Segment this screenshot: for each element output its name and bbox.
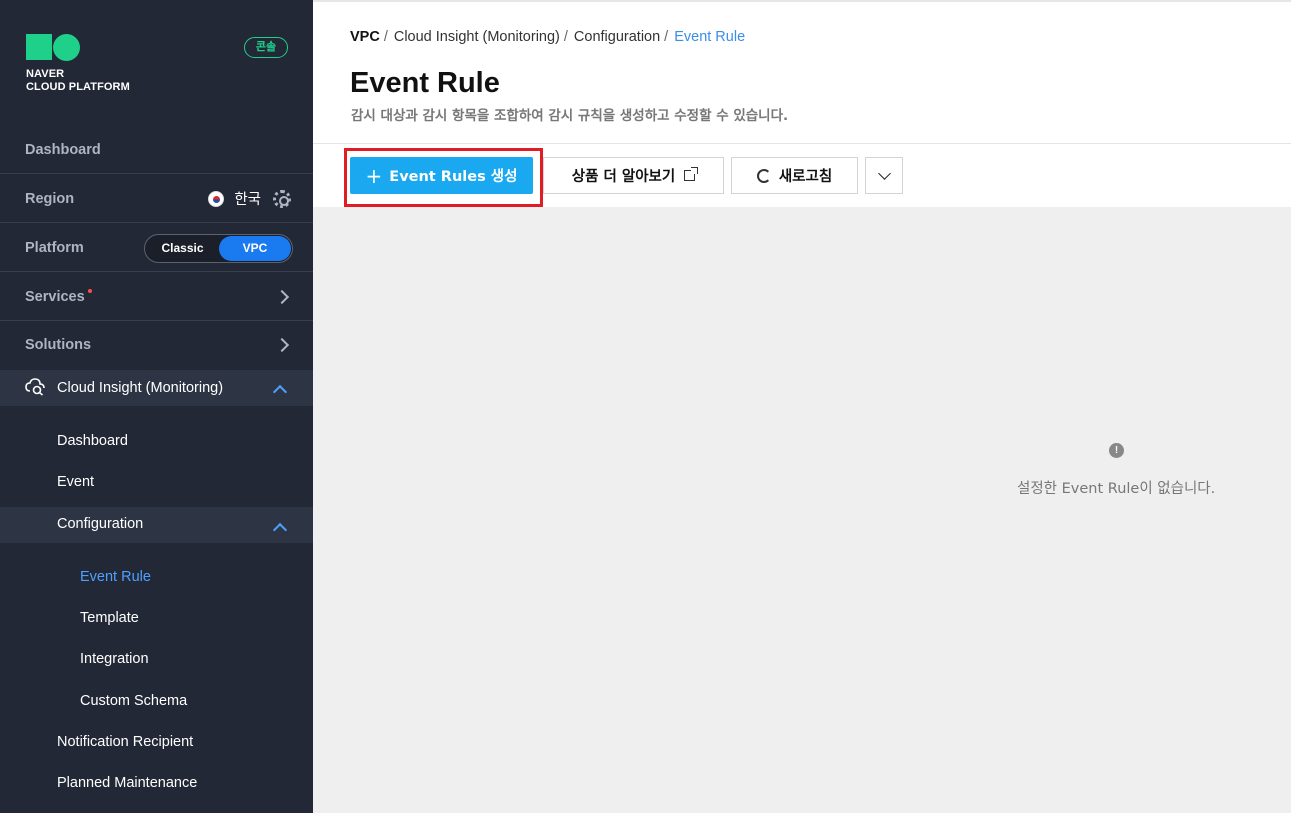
- sidebar-subitem-custom-schema[interactable]: Custom Schema: [80, 693, 187, 709]
- sidebar-item-solutions[interactable]: Solutions: [0, 321, 313, 369]
- configuration-label: Configuration: [57, 516, 144, 532]
- breadcrumb-item-vpc[interactable]: VPC: [350, 29, 380, 45]
- sidebar-item-cloud-insight[interactable]: Cloud Insight (Monitoring): [0, 370, 313, 406]
- region-value: 한국: [234, 192, 261, 208]
- refresh-button[interactable]: 새로고침: [731, 157, 858, 194]
- sidebar-item-label: Services: [25, 288, 85, 305]
- empty-state-message: 설정한 Event Rule이 없습니다.: [1017, 481, 1216, 497]
- logo-line2: CLOUD PLATFORM: [26, 81, 130, 93]
- chevron-down-icon: [877, 166, 891, 180]
- platform-option-vpc[interactable]: VPC: [219, 236, 291, 261]
- korea-flag-icon: [208, 190, 225, 207]
- sidebar-subitem-event-rule[interactable]: Event Rule: [80, 569, 151, 585]
- info-icon: !: [1109, 443, 1124, 458]
- sidebar-item-region[interactable]: Region 한국: [0, 175, 313, 223]
- gear-icon[interactable]: [273, 189, 291, 208]
- chevron-up-icon: [272, 522, 288, 538]
- sidebar-subitem-planned-maintenance[interactable]: Planned Maintenance: [57, 775, 197, 791]
- naver-cloud-logo[interactable]: NAVER CLOUD PLATFORM: [26, 33, 130, 94]
- logo-line1: NAVER: [26, 68, 65, 80]
- platform-label: Platform: [25, 239, 84, 256]
- sidebar-subitem-notification-recipient[interactable]: Notification Recipient: [57, 734, 193, 750]
- breadcrumb-item-configuration[interactable]: Configuration: [574, 29, 660, 45]
- sidebar-item-label: Solutions: [25, 337, 92, 353]
- learn-more-label: 상품 더 알아보기: [571, 169, 676, 185]
- sidebar-item-label: Dashboard: [25, 141, 101, 158]
- logo-mark-icon: [26, 33, 130, 61]
- sidebar-subitem-configuration[interactable]: Configuration: [0, 507, 313, 543]
- cloud-monitoring-icon: [25, 378, 45, 396]
- breadcrumb: VPC / Cloud Insight (Monitoring) / Configu…: [350, 29, 746, 45]
- refresh-icon: [756, 168, 771, 183]
- chevron-right-icon: [274, 337, 290, 353]
- sidebar-subitem-event[interactable]: Event: [57, 474, 94, 490]
- platform-toggle[interactable]: Classic VPC: [144, 234, 293, 263]
- page-title: Event Rule: [350, 67, 500, 99]
- platform-option-classic[interactable]: Classic: [145, 235, 220, 262]
- top-border: [313, 0, 1291, 2]
- header-divider: [313, 143, 1291, 144]
- breadcrumb-item-cloud-insight[interactable]: Cloud Insight (Monitoring): [394, 29, 560, 45]
- region-label: Region: [25, 190, 75, 207]
- page-description: 감시 대상과 감시 항목을 조합하여 감시 규칙을 생성하고 수정할 수 있습니…: [351, 108, 789, 124]
- notification-dot-icon: [87, 288, 92, 293]
- learn-more-button[interactable]: 상품 더 알아보기: [543, 157, 724, 194]
- sidebar-subitem-dashboard[interactable]: Dashboard: [57, 433, 128, 449]
- chevron-up-icon: [272, 384, 288, 400]
- sidebar-item-services[interactable]: Services: [0, 273, 313, 321]
- sidebar-item-dashboard[interactable]: Dashboard: [0, 126, 313, 174]
- console-badge[interactable]: 콘솔: [244, 37, 288, 58]
- more-dropdown-button[interactable]: [865, 157, 903, 194]
- external-link-icon: [684, 167, 699, 181]
- chevron-right-icon: [274, 289, 290, 304]
- sidebar-subitem-template[interactable]: Template: [80, 610, 139, 626]
- sidebar-subitem-integration[interactable]: Integration: [80, 651, 149, 667]
- refresh-label: 새로고침: [778, 169, 833, 185]
- breadcrumb-item-current: Event Rule: [674, 29, 746, 45]
- highlight-box: [344, 148, 543, 207]
- cloud-insight-label: Cloud Insight (Monitoring): [57, 380, 224, 396]
- content-area: [313, 207, 1291, 813]
- sidebar: NAVER CLOUD PLATFORM 콘솔 Dashboard Region…: [0, 0, 313, 813]
